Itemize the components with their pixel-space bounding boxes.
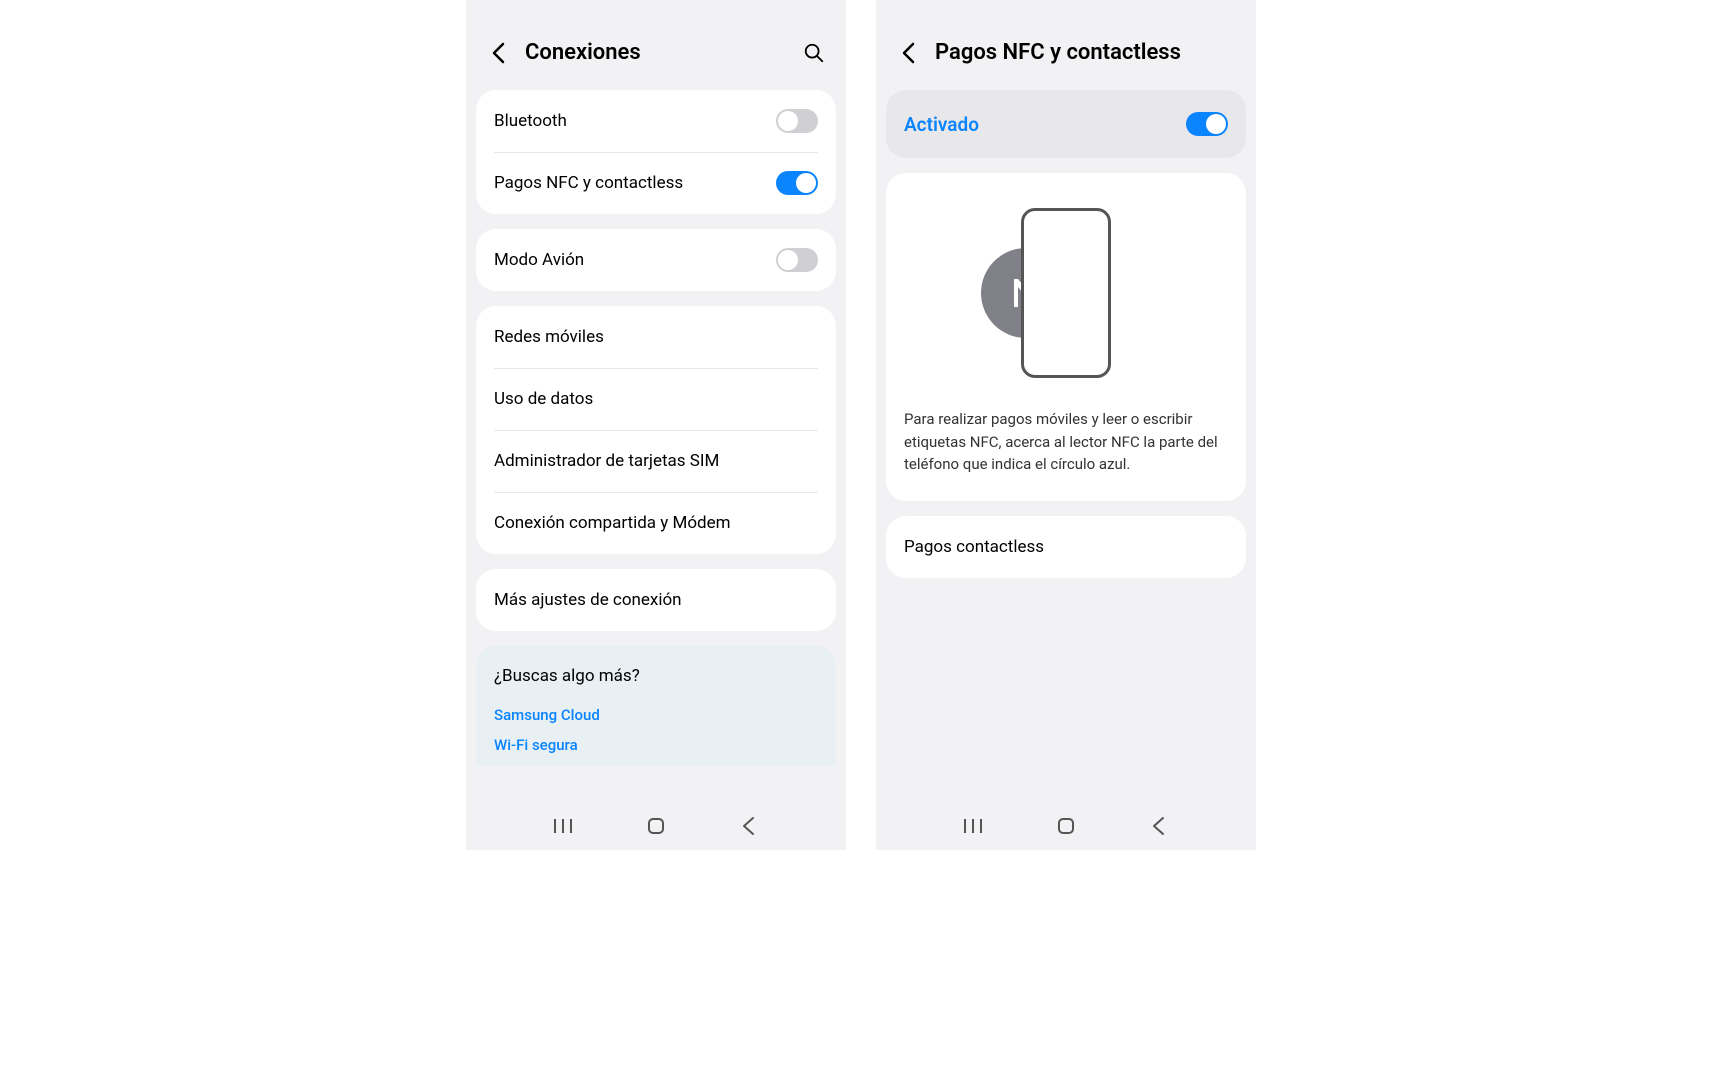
back-button[interactable] [486,41,510,65]
phone-right: Pagos NFC y contactless Activado Para re… [876,0,1256,850]
back-button[interactable] [896,41,920,65]
header: Conexiones [466,0,846,90]
toggle-nfc-payments[interactable] [776,171,818,195]
nfc-illustration [904,203,1228,383]
back-icon [1148,815,1170,837]
row-label: Modo Avión [494,250,776,270]
link-wifi-secure[interactable]: Wi-Fi segura [494,730,818,760]
row-label: Administrador de tarjetas SIM [494,451,818,471]
toggle-nfc-active[interactable] [1186,112,1228,136]
settings-group-3: Redes móviles Uso de datos Administrador… [476,306,836,554]
settings-group-1: Bluetooth Pagos NFC y contactless [476,90,836,214]
search-icon [803,42,825,64]
row-contactless-payments[interactable]: Pagos contactless [886,516,1246,578]
row-label: Más ajustes de conexión [494,590,818,610]
phone-outline-icon [1021,208,1111,378]
search-more-card: ¿Buscas algo más? Samsung Cloud Wi-Fi se… [476,646,836,766]
home-icon [645,815,667,837]
home-icon [1055,815,1077,837]
row-label: Uso de datos [494,389,818,409]
back-icon [738,815,760,837]
chevron-left-icon [901,42,915,64]
system-navbar [466,802,846,850]
recents-icon [552,815,574,837]
phone-left: Conexiones Bluetooth Pagos NFC y contact… [466,0,846,850]
row-label: Pagos contactless [904,537,1228,557]
page-title: Pagos NFC y contactless [935,40,1236,65]
nav-home-button[interactable] [645,815,667,837]
search-more-title: ¿Buscas algo más? [494,666,818,686]
settings-group-2: Modo Avión [476,229,836,291]
search-button[interactable] [802,41,826,65]
row-label: Pagos NFC y contactless [494,173,776,193]
system-navbar [876,802,1256,850]
link-samsung-cloud[interactable]: Samsung Cloud [494,700,818,730]
row-bluetooth[interactable]: Bluetooth [476,90,836,152]
row-data-usage[interactable]: Uso de datos [476,368,836,430]
nav-back-button[interactable] [1148,815,1170,837]
settings-group-4: Más ajustes de conexión [476,569,836,631]
nfc-illustration-card: Para realizar pagos móviles y leer o esc… [886,173,1246,501]
row-more-connection-settings[interactable]: Más ajustes de conexión [476,569,836,631]
nav-recents-button[interactable] [962,815,984,837]
row-nfc-payments[interactable]: Pagos NFC y contactless [476,152,836,214]
row-sim-manager[interactable]: Administrador de tarjetas SIM [476,430,836,492]
nav-home-button[interactable] [1055,815,1077,837]
nav-back-button[interactable] [738,815,760,837]
row-airplane-mode[interactable]: Modo Avión [476,229,836,291]
toggle-bluetooth[interactable] [776,109,818,133]
active-status-card: Activado [886,90,1246,158]
row-label: Conexión compartida y Módem [494,513,818,533]
active-label: Activado [904,113,1186,136]
row-mobile-networks[interactable]: Redes móviles [476,306,836,368]
toggle-airplane-mode[interactable] [776,248,818,272]
header: Pagos NFC y contactless [876,0,1256,90]
nav-recents-button[interactable] [552,815,574,837]
row-active-status[interactable]: Activado [886,90,1246,158]
page-title: Conexiones [525,40,787,65]
row-label: Bluetooth [494,111,776,131]
row-label: Redes móviles [494,327,818,347]
contactless-card: Pagos contactless [886,516,1246,578]
recents-icon [962,815,984,837]
nfc-description: Para realizar pagos móviles y leer o esc… [904,408,1228,476]
chevron-left-icon [491,42,505,64]
row-tethering[interactable]: Conexión compartida y Módem [476,492,836,554]
